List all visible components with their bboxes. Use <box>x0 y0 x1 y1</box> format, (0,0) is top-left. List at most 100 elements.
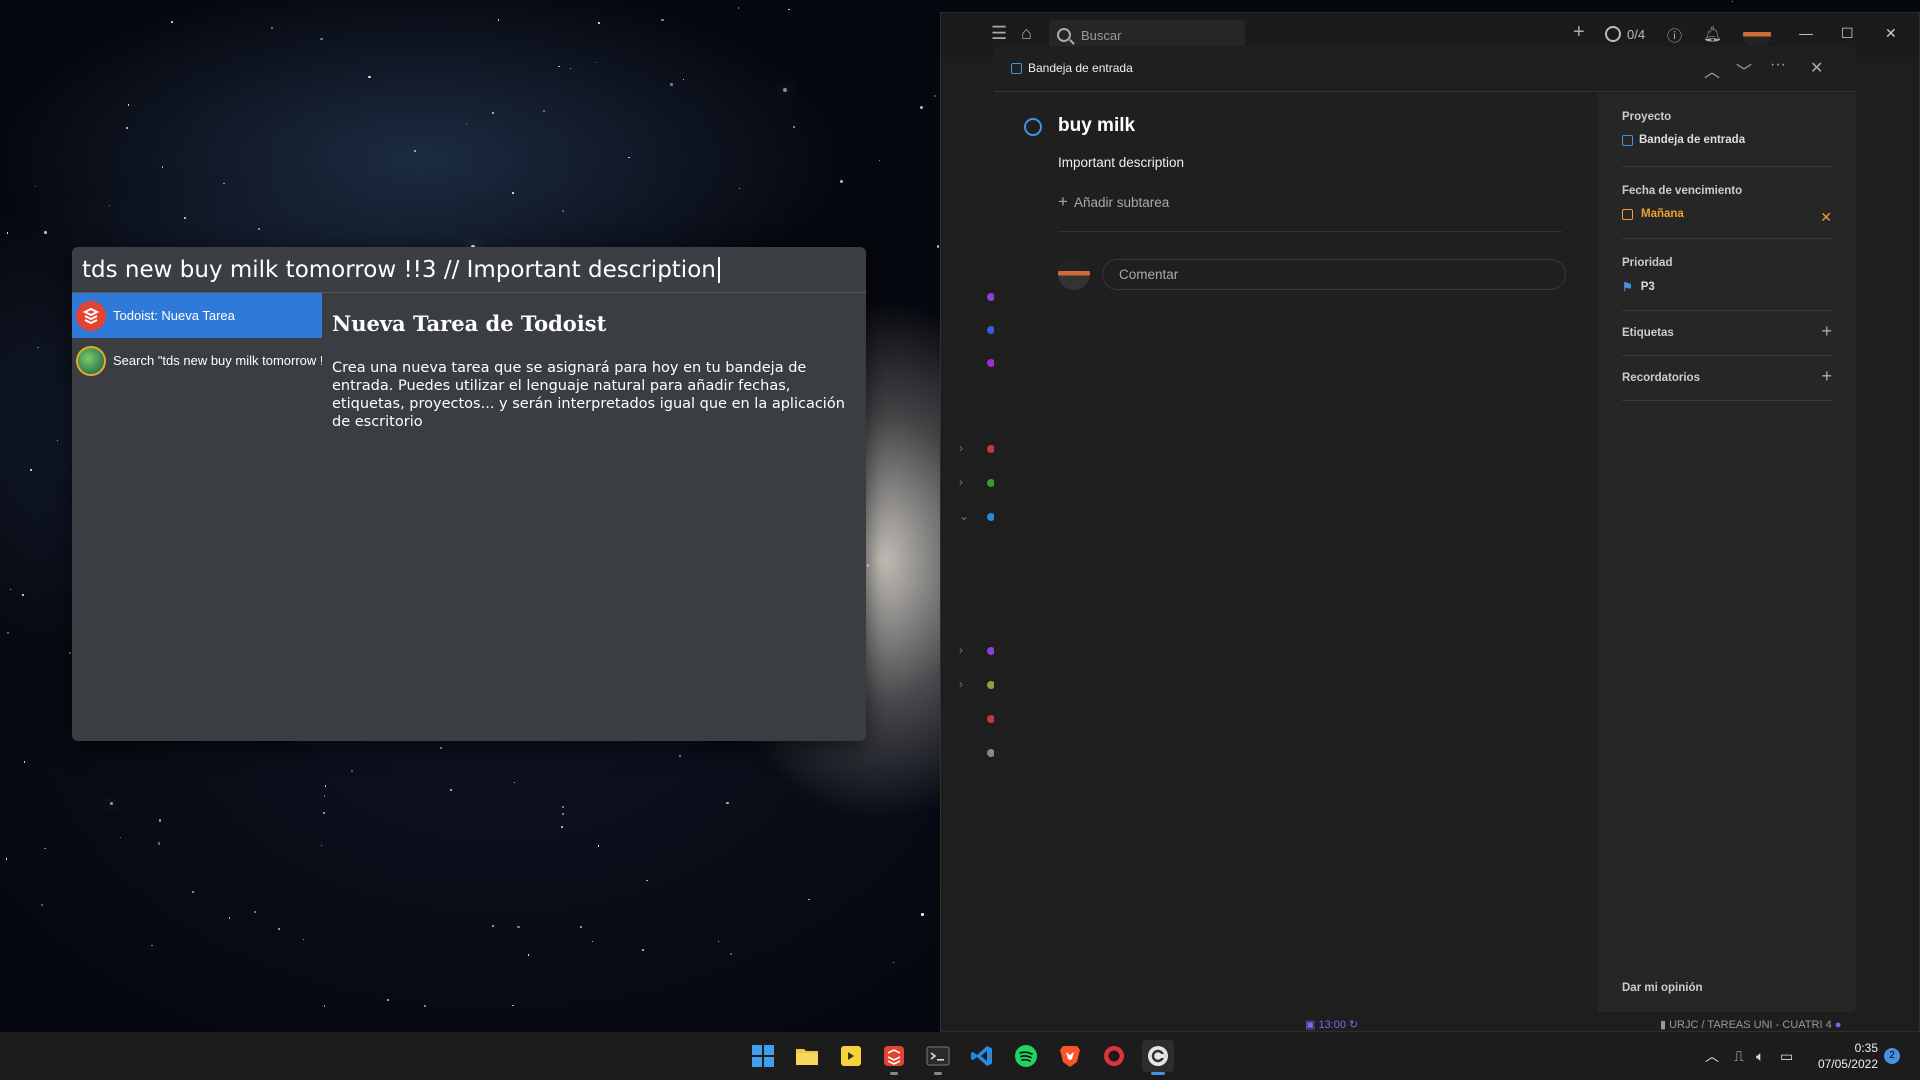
terminal-icon <box>926 1046 950 1066</box>
todoist-taskbar-button[interactable] <box>878 1040 910 1075</box>
globe-icon <box>76 345 106 376</box>
launcher-search-input[interactable]: tds new buy milk tomorrow !!3 // Importa… <box>72 247 866 293</box>
plus-icon[interactable]: + <box>1821 321 1832 342</box>
star <box>682 78 685 81</box>
minimize-icon[interactable]: — <box>1799 25 1813 41</box>
karma-counter[interactable]: 0/4 <box>1605 26 1645 42</box>
star <box>879 159 881 161</box>
comment-input[interactable]: Comentar <box>1102 259 1566 290</box>
star <box>450 788 453 791</box>
add-task-icon[interactable]: + <box>1573 21 1585 44</box>
result-todoist-new-task[interactable]: Todoist: Nueva Tarea <box>72 293 322 338</box>
status-project-path-text: URJC / TAREAS UNI - CUATRI 4 <box>1669 1019 1832 1031</box>
bell-icon[interactable]: 🔔︎ <box>1703 25 1722 43</box>
text-caret <box>717 256 720 283</box>
star <box>157 842 161 845</box>
maximize-icon[interactable]: ☐ <box>1841 25 1854 42</box>
star <box>641 948 644 951</box>
star <box>561 826 564 828</box>
reminders-section[interactable]: Recordatorios + <box>1622 356 1832 401</box>
network-icon[interactable]: ⎍ <box>1734 1032 1744 1080</box>
battery-icon[interactable]: ▭ <box>1780 1032 1793 1080</box>
home-icon[interactable]: ⌂ <box>1021 23 1032 44</box>
chevron-right-icon[interactable]: › <box>959 441 963 455</box>
avatar[interactable] <box>1743 21 1771 49</box>
due-date-text: Mañana <box>1641 208 1684 220</box>
taskbar: ︿ ⎍ 🔈︎ ▭ 0:35 07/05/2022 2 <box>0 1032 1920 1080</box>
obs-button[interactable] <box>1098 1040 1130 1072</box>
star <box>159 819 162 822</box>
chevron-right-icon[interactable]: › <box>959 677 963 691</box>
feedback-link[interactable]: Dar mi opinión <box>1622 982 1703 994</box>
preview-description: Crea una nueva tarea que se asignará par… <box>332 360 845 430</box>
labels-section[interactable]: Etiquetas + <box>1622 311 1832 356</box>
star <box>44 231 47 234</box>
star <box>324 795 326 797</box>
star <box>424 1004 427 1007</box>
inbox-icon <box>1622 134 1633 146</box>
star <box>512 191 515 194</box>
star <box>228 916 231 919</box>
folder-icon <box>796 1049 818 1065</box>
task-title[interactable]: buy milk <box>1058 115 1135 137</box>
volume-icon[interactable]: 🔈︎ <box>1756 1032 1764 1080</box>
status-time: ▣ 13:00 ↻ <box>1305 1018 1358 1031</box>
star <box>324 785 326 787</box>
todoist-icon <box>884 1046 904 1066</box>
star <box>323 1005 326 1007</box>
labels-label: Etiquetas <box>1622 327 1674 339</box>
clock-time: 0:35 <box>1854 1041 1878 1055</box>
due-date-label: Fecha de vencimiento <box>1622 185 1743 197</box>
terminal-button[interactable] <box>922 1040 954 1075</box>
clock[interactable]: 0:35 07/05/2022 <box>1806 1040 1878 1072</box>
star <box>646 879 648 882</box>
breadcrumb[interactable]: Bandeja de entrada <box>1011 61 1133 75</box>
star <box>512 1005 514 1007</box>
star <box>562 806 564 808</box>
add-subtask-button[interactable]: + Añadir subtarea <box>1058 192 1169 212</box>
due-date-section[interactable]: Fecha de vencimiento Mañana ✕ <box>1622 167 1832 239</box>
modal-header: Bandeja de entrada ︿ ﹀ ··· ✕ <box>994 46 1856 92</box>
result-web-search[interactable]: Search "tds new buy milk tomorrow !!3 //… <box>72 338 322 383</box>
star <box>892 961 895 964</box>
vscode-button[interactable] <box>966 1040 998 1072</box>
result-label: Search "tds new buy milk tomorrow !!3 //… <box>113 353 322 368</box>
vscode-icon <box>971 1046 992 1066</box>
task-complete-checkbox[interactable] <box>1024 118 1042 136</box>
plus-icon[interactable]: + <box>1821 366 1832 387</box>
priority-section[interactable]: Prioridad ⚑ P3 <box>1622 239 1832 311</box>
more-icon[interactable]: ··· <box>1770 56 1786 74</box>
star <box>562 812 565 815</box>
due-date-value: Mañana <box>1622 208 1832 220</box>
chevron-down-icon[interactable]: ﹀ <box>1736 58 1752 82</box>
chevron-down-icon[interactable]: ⌄ <box>959 509 969 523</box>
record-icon <box>1104 1046 1124 1066</box>
launcher-taskbar-button[interactable] <box>1142 1040 1174 1075</box>
task-description[interactable]: Important description <box>1058 155 1184 170</box>
tray-overflow-icon[interactable]: ︿ <box>1705 1032 1719 1080</box>
project-label: Proyecto <box>1622 111 1672 123</box>
status-time-text: 13:00 <box>1318 1019 1346 1031</box>
project-section[interactable]: Proyecto Bandeja de entrada <box>1622 93 1832 167</box>
sticky-notes-button[interactable] <box>835 1040 867 1072</box>
star <box>302 938 305 941</box>
star <box>808 898 810 900</box>
chevron-up-icon[interactable]: ︿ <box>1704 58 1720 82</box>
close-window-icon[interactable]: ✕ <box>1885 25 1897 42</box>
star <box>595 61 598 63</box>
file-explorer-button[interactable] <box>791 1040 823 1072</box>
clear-date-icon[interactable]: ✕ <box>1820 209 1832 226</box>
help-icon[interactable]: ⓘ <box>1667 25 1682 46</box>
notification-badge[interactable]: 2 <box>1884 1048 1900 1064</box>
chevron-right-icon[interactable]: › <box>959 475 963 489</box>
comment-placeholder: Comentar <box>1119 267 1179 282</box>
close-icon[interactable]: ✕ <box>1810 58 1823 78</box>
chevron-right-icon[interactable]: › <box>959 643 963 657</box>
star <box>561 209 565 213</box>
star <box>120 836 122 838</box>
spotify-button[interactable] <box>1010 1040 1042 1072</box>
start-button[interactable] <box>747 1040 779 1072</box>
brave-button[interactable] <box>1054 1040 1086 1072</box>
menu-icon[interactable]: ☰ <box>991 23 1007 44</box>
inbox-icon <box>1011 62 1022 74</box>
